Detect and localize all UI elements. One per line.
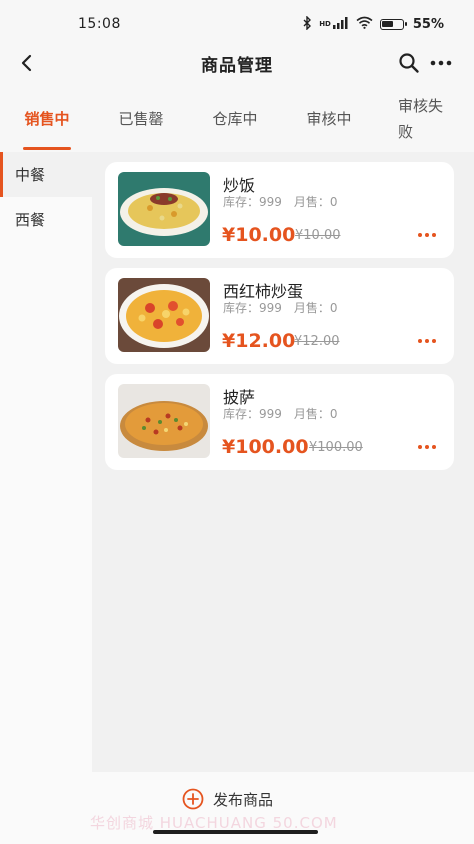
publish-product-label: 发布商品	[213, 790, 274, 809]
bottom-bar: 发布商品 华创商城 HUACHUANG 50.COM	[0, 772, 474, 844]
tab-sold-out[interactable]: 已售罄	[94, 86, 188, 152]
product-price: ¥12.00	[222, 330, 296, 352]
product-image-fried-rice	[118, 172, 210, 246]
tab-under-review[interactable]: 审核中	[282, 86, 376, 152]
product-stock-sales: 库存：999 月售：0	[223, 195, 338, 209]
sidebar-item-chinese-food[interactable]: 中餐	[0, 152, 92, 197]
search-button[interactable]	[396, 50, 422, 76]
more-button[interactable]	[428, 50, 454, 76]
home-indicator[interactable]	[153, 830, 318, 834]
product-card[interactable]: 披萨 库存：999 月售：0 ¥100.00 ¥100.00	[105, 374, 454, 470]
header: 商品管理	[0, 40, 474, 86]
more-icon	[430, 60, 452, 66]
product-more-button[interactable]	[415, 228, 439, 242]
product-image-pizza	[118, 384, 210, 458]
product-more-button[interactable]	[415, 440, 439, 454]
tab-warehouse[interactable]: 仓库中	[188, 86, 282, 152]
sidebar-item-western-food[interactable]: 西餐	[0, 197, 92, 242]
product-original-price: ¥12.00	[294, 334, 340, 349]
product-stock-sales: 库存：999 月售：0	[223, 301, 338, 315]
battery-percent: 55%	[412, 16, 444, 32]
wifi-icon	[356, 16, 373, 32]
product-more-button[interactable]	[415, 334, 439, 348]
product-original-price: ¥10.00	[295, 228, 341, 243]
product-card[interactable]: 西红柿炒蛋 库存：999 月售：0 ¥12.00 ¥12.00	[105, 268, 454, 364]
chevron-left-icon	[21, 54, 32, 72]
category-sidebar: 中餐 西餐	[0, 152, 92, 772]
status-tabs: 销售中 已售罄 仓库中 审核中 审核失败	[0, 86, 474, 152]
network-type-label: HD	[319, 20, 331, 28]
product-price: ¥100.00	[222, 436, 309, 458]
status-icons: HD 55%	[302, 14, 444, 33]
signal-icon	[332, 16, 349, 32]
product-image-tomato-egg	[118, 278, 210, 352]
bluetooth-icon	[302, 14, 312, 33]
page-title: 商品管理	[201, 55, 273, 76]
status-time: 15:08	[78, 16, 121, 32]
publish-product-button[interactable]: 发布商品	[182, 786, 273, 812]
tab-review-failed[interactable]: 审核失败	[398, 86, 448, 152]
back-button[interactable]	[14, 50, 40, 76]
product-list: 炒饭 库存：999 月售：0 ¥10.00 ¥10.00 西红柿炒蛋 库存：99…	[92, 152, 474, 772]
product-original-price: ¥100.00	[309, 440, 363, 455]
product-stock-sales: 库存：999 月售：0	[223, 407, 338, 421]
tab-on-sale[interactable]: 销售中	[0, 86, 94, 152]
product-card[interactable]: 炒饭 库存：999 月售：0 ¥10.00 ¥10.00	[105, 162, 454, 258]
battery-icon	[379, 18, 407, 30]
add-circle-icon	[182, 788, 204, 810]
search-icon	[399, 53, 419, 73]
product-price: ¥10.00	[222, 224, 296, 246]
